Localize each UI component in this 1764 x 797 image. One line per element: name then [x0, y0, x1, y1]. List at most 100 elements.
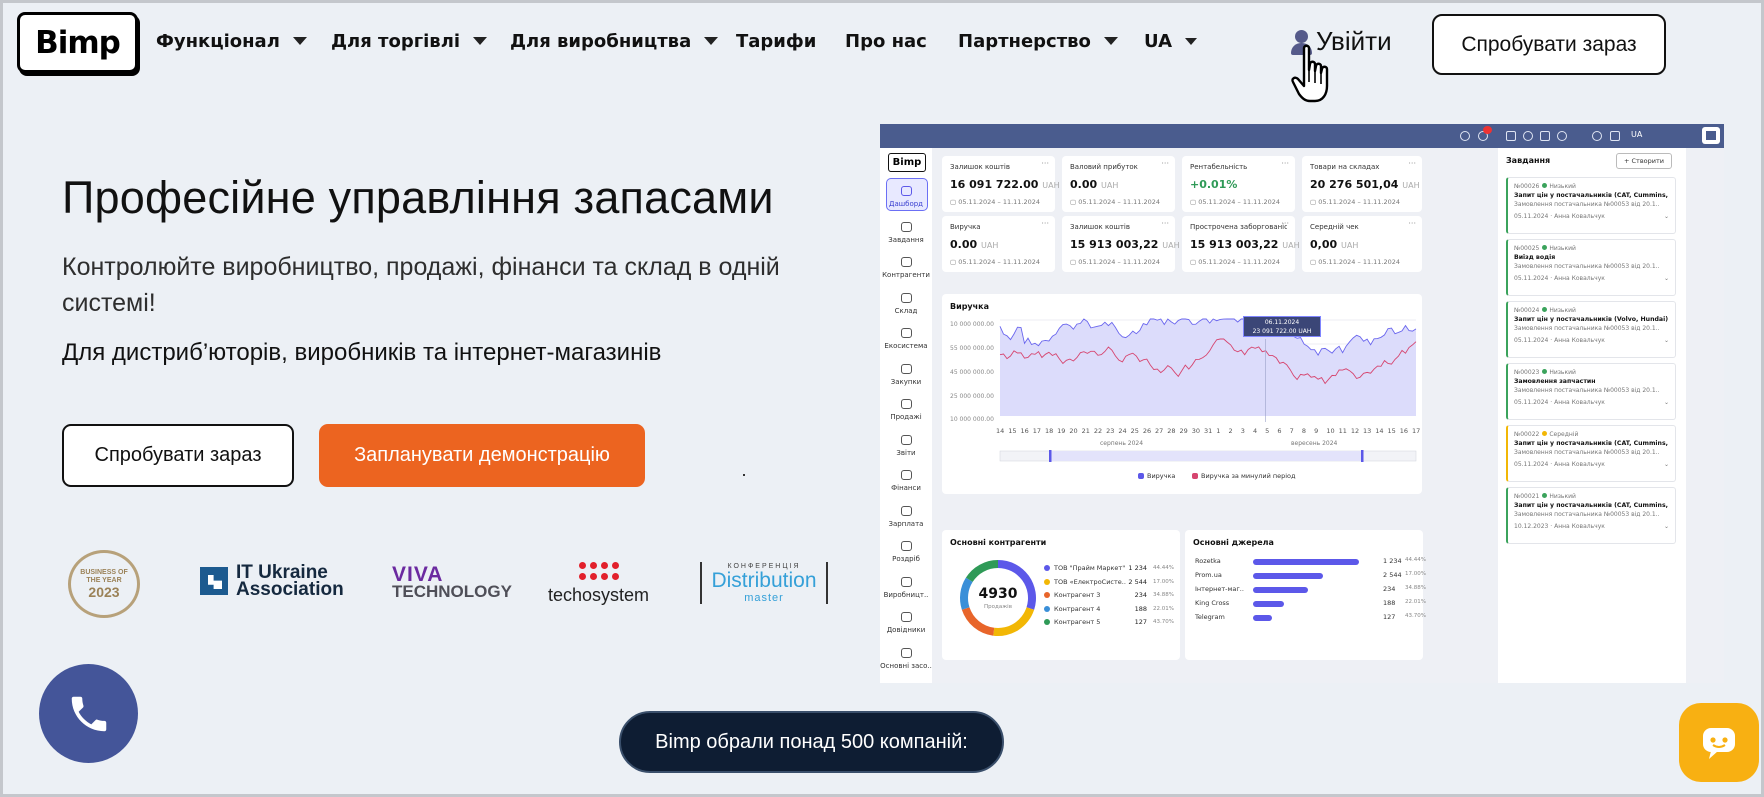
kpi-value: 0.00 UAH	[1070, 178, 1119, 191]
donut-segment	[961, 607, 995, 636]
x-tick: 15	[1387, 427, 1396, 435]
nav-production[interactable]: Для виробництва	[510, 28, 719, 54]
legend-swatch	[1044, 619, 1050, 625]
revenue-area	[1000, 319, 1416, 416]
header-try-button[interactable]: Спробувати зараз	[1432, 14, 1666, 75]
kpi-card: ··· Залишок коштів 15 913 003,22 UAH ▢ 05.1…	[1062, 216, 1180, 272]
x-tick: 17	[1412, 427, 1421, 435]
kpi-label: Валовий прибуток	[1070, 163, 1138, 171]
more-icon: ···	[1161, 159, 1169, 168]
x-tick: 9	[1314, 427, 1319, 435]
task-header: №00024 Низький	[1514, 307, 1576, 314]
more-icon: ···	[1281, 159, 1289, 168]
sidebar-item: Завдання	[880, 221, 932, 244]
nav-label: Тарифи	[736, 30, 817, 52]
counterparty-value: 234	[1134, 591, 1148, 599]
sidebar-item-label: Зарплата	[888, 519, 924, 528]
sidebar-item-icon	[900, 399, 912, 409]
sidebar-item-label: Продажі	[890, 413, 922, 421]
kpi-card: ··· Середній чек 0,00 UAH ▢ 05.11.2024 – 11…	[1302, 216, 1422, 272]
sidebar-item: Звіти	[880, 434, 932, 457]
nav-about[interactable]: Про нас	[845, 28, 927, 54]
hero-title: Професійне управління запасами	[62, 172, 774, 223]
x-tick: 7	[1289, 427, 1294, 435]
kpi-card: ··· Рентабельність +0.01% ▢ 05.11.2024 – 1…	[1182, 156, 1295, 212]
x-tick: 26	[1142, 427, 1152, 435]
dash-lang: UA	[1631, 130, 1643, 139]
counterparty-value: 2 544	[1128, 577, 1148, 586]
chevron-down-icon: ⌄	[1663, 399, 1669, 406]
counterparty-value: 188	[1134, 604, 1148, 613]
priority-dot	[1542, 493, 1548, 498]
source-value: 234	[1383, 585, 1396, 593]
bimp-logo[interactable]: Bimp	[17, 12, 138, 73]
source-value: 188	[1383, 599, 1396, 607]
nav-trade[interactable]: Для торгівлі	[331, 28, 488, 54]
it-ukraine-logo: IT Ukraine Association	[200, 563, 344, 600]
task-title: Виїзд водія	[1514, 254, 1556, 261]
x-tick: 15	[1008, 427, 1017, 435]
sidebar-item: Закупки	[880, 363, 932, 386]
counterparties-card: Основні контрагенти 4930 Продажів ТОВ "П…	[942, 530, 1180, 660]
kpi-date: ▢ 05.11.2024 – 11.11.2024	[1190, 198, 1281, 206]
counterparty-value: 1 234	[1128, 564, 1148, 572]
kpi-date: ▢ 05.11.2024 – 11.11.2024	[950, 198, 1041, 206]
hero-audience: Для дистриб’юторів, виробників та інтерн…	[62, 339, 662, 366]
sidebar-item-icon	[900, 576, 912, 587]
x-tick: 2	[1228, 427, 1233, 435]
counterparty-pct: 17.00%	[1153, 578, 1174, 585]
call-button[interactable]	[39, 664, 138, 763]
source-bar	[1253, 601, 1285, 607]
language-selector[interactable]: UA	[1144, 28, 1197, 54]
sidebar-item: Зарплата	[880, 505, 932, 528]
nav-partnership[interactable]: Партнерство	[958, 28, 1118, 54]
more-icon: ···	[1041, 159, 1049, 168]
nav-functional[interactable]: Функціонал	[156, 28, 307, 54]
legend-swatch	[1044, 592, 1050, 598]
task-title: Запит цін у постачальників (CAT, Cummins…	[1514, 440, 1669, 447]
x-tick: 23	[1106, 427, 1115, 435]
sidebar-item-label: Роздріб	[892, 555, 920, 563]
sidebar-item-icon	[900, 470, 912, 480]
boty-line1: BUSINESS OF	[80, 568, 128, 576]
priority-dot	[1542, 369, 1548, 374]
task-meta: Замовлення постачальника №00053 від 20.1…	[1514, 511, 1660, 518]
companies-pill[interactable]: Bimp обрали понад 500 компаній:	[619, 711, 1004, 773]
kpi-date: ▢ 05.11.2024 – 11.11.2024	[950, 258, 1041, 266]
itua-line2: Association	[236, 579, 344, 600]
sidebar-item-label: Основні засо..	[880, 661, 932, 670]
source-pct: 34.88%	[1405, 585, 1426, 591]
task-card: №00024 Низький Запит цін у постачальників …	[1506, 301, 1676, 358]
kpi-value: 15 913 003,22 UAH	[1070, 238, 1180, 251]
source-name: Telegram	[1195, 613, 1225, 621]
try-now-button[interactable]: Спробувати зараз	[62, 424, 294, 487]
chat-button[interactable]	[1679, 703, 1759, 782]
tasks-panel: Завдання + Створити №00026 Низький Запит ц…	[1498, 148, 1686, 683]
counterparty-pct: 44.44%	[1153, 565, 1174, 571]
counterparty-row: Контрагент 4 188 22.01%	[1044, 605, 1174, 613]
more-icon: ···	[1281, 219, 1289, 228]
kpi-date: ▢ 05.11.2024 – 11.11.2024	[1070, 198, 1161, 206]
nav-label: Функціонал	[156, 30, 280, 52]
x-tick: 12	[1350, 427, 1360, 435]
kpi-date: ▢ 05.11.2024 – 11.11.2024	[1070, 258, 1161, 266]
nav-pricing[interactable]: Тарифи	[736, 28, 816, 54]
donut-segment	[993, 607, 1035, 636]
sidebar-item: Виробницт..	[880, 576, 932, 599]
boty-year: 2023	[88, 583, 120, 600]
chevron-down-icon: ⌄	[1663, 461, 1669, 468]
legend-swatch	[1044, 565, 1050, 571]
kpi-value: 0,00 UAH	[1310, 238, 1359, 251]
caret-down-icon	[473, 37, 488, 45]
priority-dot	[1542, 245, 1548, 250]
kpi-date: ▢ 05.11.2024 – 11.11.2024	[1190, 258, 1281, 266]
source-name: Prom.ua	[1195, 571, 1222, 579]
schedule-demo-button[interactable]: Запланувати демонстрацію	[319, 424, 645, 487]
kpi-value: +0.01%	[1190, 178, 1238, 191]
more-icon: ···	[1041, 219, 1049, 228]
caret-down-icon	[292, 37, 307, 45]
x-tick: 28	[1167, 427, 1176, 435]
nav-label: Про нас	[845, 30, 927, 52]
kpi-label: Прострочена заборгованість ві..	[1190, 223, 1287, 231]
counterparty-pct: 22.01%	[1153, 605, 1174, 612]
